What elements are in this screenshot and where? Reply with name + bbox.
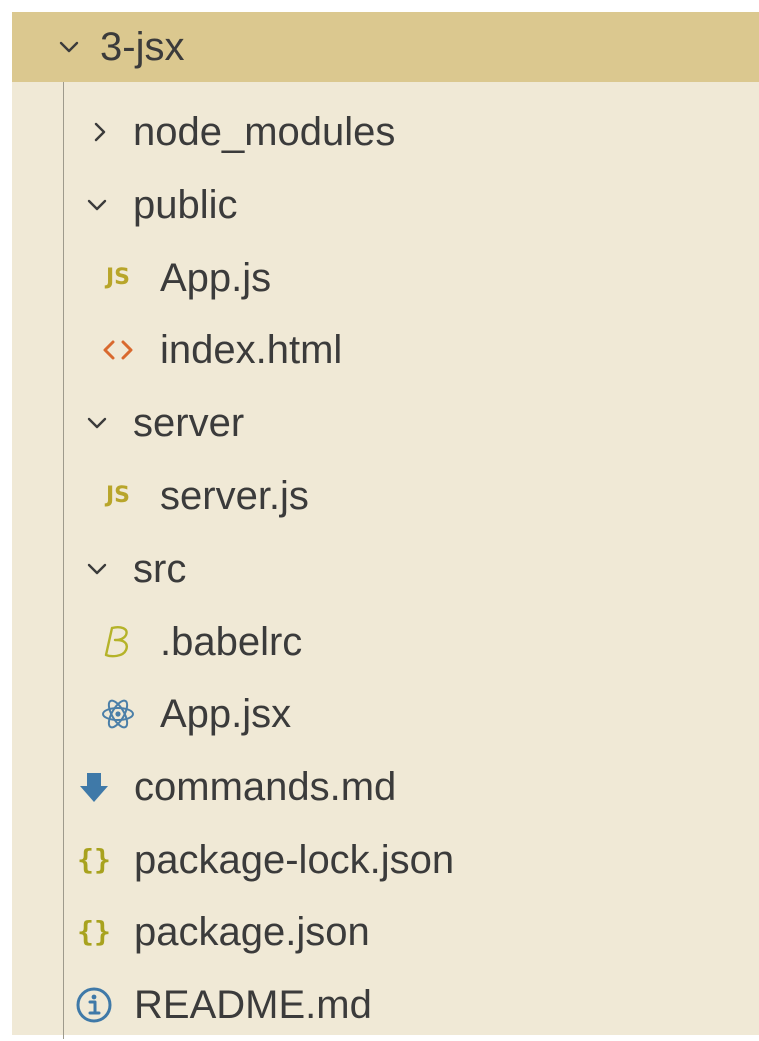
file-label: .babelrc	[160, 620, 303, 664]
tree-item-app-js[interactable]: JS App.js	[12, 242, 759, 314]
file-label: package-lock.json	[134, 838, 455, 882]
file-label: package.json	[134, 910, 370, 954]
file-label: App.js	[160, 256, 272, 300]
file-label: App.jsx	[160, 692, 292, 736]
chevron-down-icon[interactable]	[58, 36, 80, 58]
folder-label: node_modules	[133, 110, 396, 154]
chevron-down-icon[interactable]	[86, 194, 108, 216]
folder-label: server	[133, 401, 245, 445]
folder-label: src	[133, 547, 187, 591]
tree-item-index-html[interactable]: index.html	[12, 314, 759, 386]
file-label: README.md	[134, 983, 372, 1027]
json-file-icon: {}	[77, 843, 111, 876]
chevron-down-icon[interactable]	[86, 558, 108, 580]
file-label: index.html	[160, 328, 343, 372]
tree-item-public[interactable]: public	[12, 169, 759, 241]
info-icon	[74, 985, 114, 1025]
tree-item-readme-md[interactable]: README.md	[12, 969, 759, 1041]
folder-label: public	[133, 183, 238, 227]
tree-item-package-json[interactable]: {} package.json	[12, 896, 759, 968]
js-file-icon: JS	[105, 483, 131, 508]
chevron-down-icon[interactable]	[86, 412, 108, 434]
json-file-icon: {}	[77, 915, 111, 948]
chevron-right-icon[interactable]	[89, 121, 111, 143]
file-explorer: 3-jsx node_modules public JS App.js inde…	[12, 12, 759, 1039]
tree-item-server[interactable]: server	[12, 387, 759, 459]
tree-item-src[interactable]: src	[12, 533, 759, 605]
tree-item-node-modules[interactable]: node_modules	[12, 96, 759, 168]
tree-item-package-lock-json[interactable]: {} package-lock.json	[12, 824, 759, 896]
js-file-icon: JS	[105, 265, 131, 290]
tree-item-commands-md[interactable]: commands.md	[12, 751, 759, 823]
root-folder-label: 3-jsx	[100, 25, 185, 69]
tree-item-app-jsx[interactable]: App.jsx	[12, 678, 759, 750]
babel-file-icon	[98, 622, 138, 662]
file-label: server.js	[160, 474, 309, 518]
root-folder-3-jsx[interactable]: 3-jsx	[12, 12, 759, 82]
download-arrow-icon	[74, 767, 114, 807]
html-file-icon	[98, 330, 138, 370]
tree-item-server-js[interactable]: JS server.js	[12, 460, 759, 532]
react-file-icon	[98, 694, 138, 734]
file-label: commands.md	[134, 765, 397, 809]
tree-item-babelrc[interactable]: .babelrc	[12, 606, 759, 678]
